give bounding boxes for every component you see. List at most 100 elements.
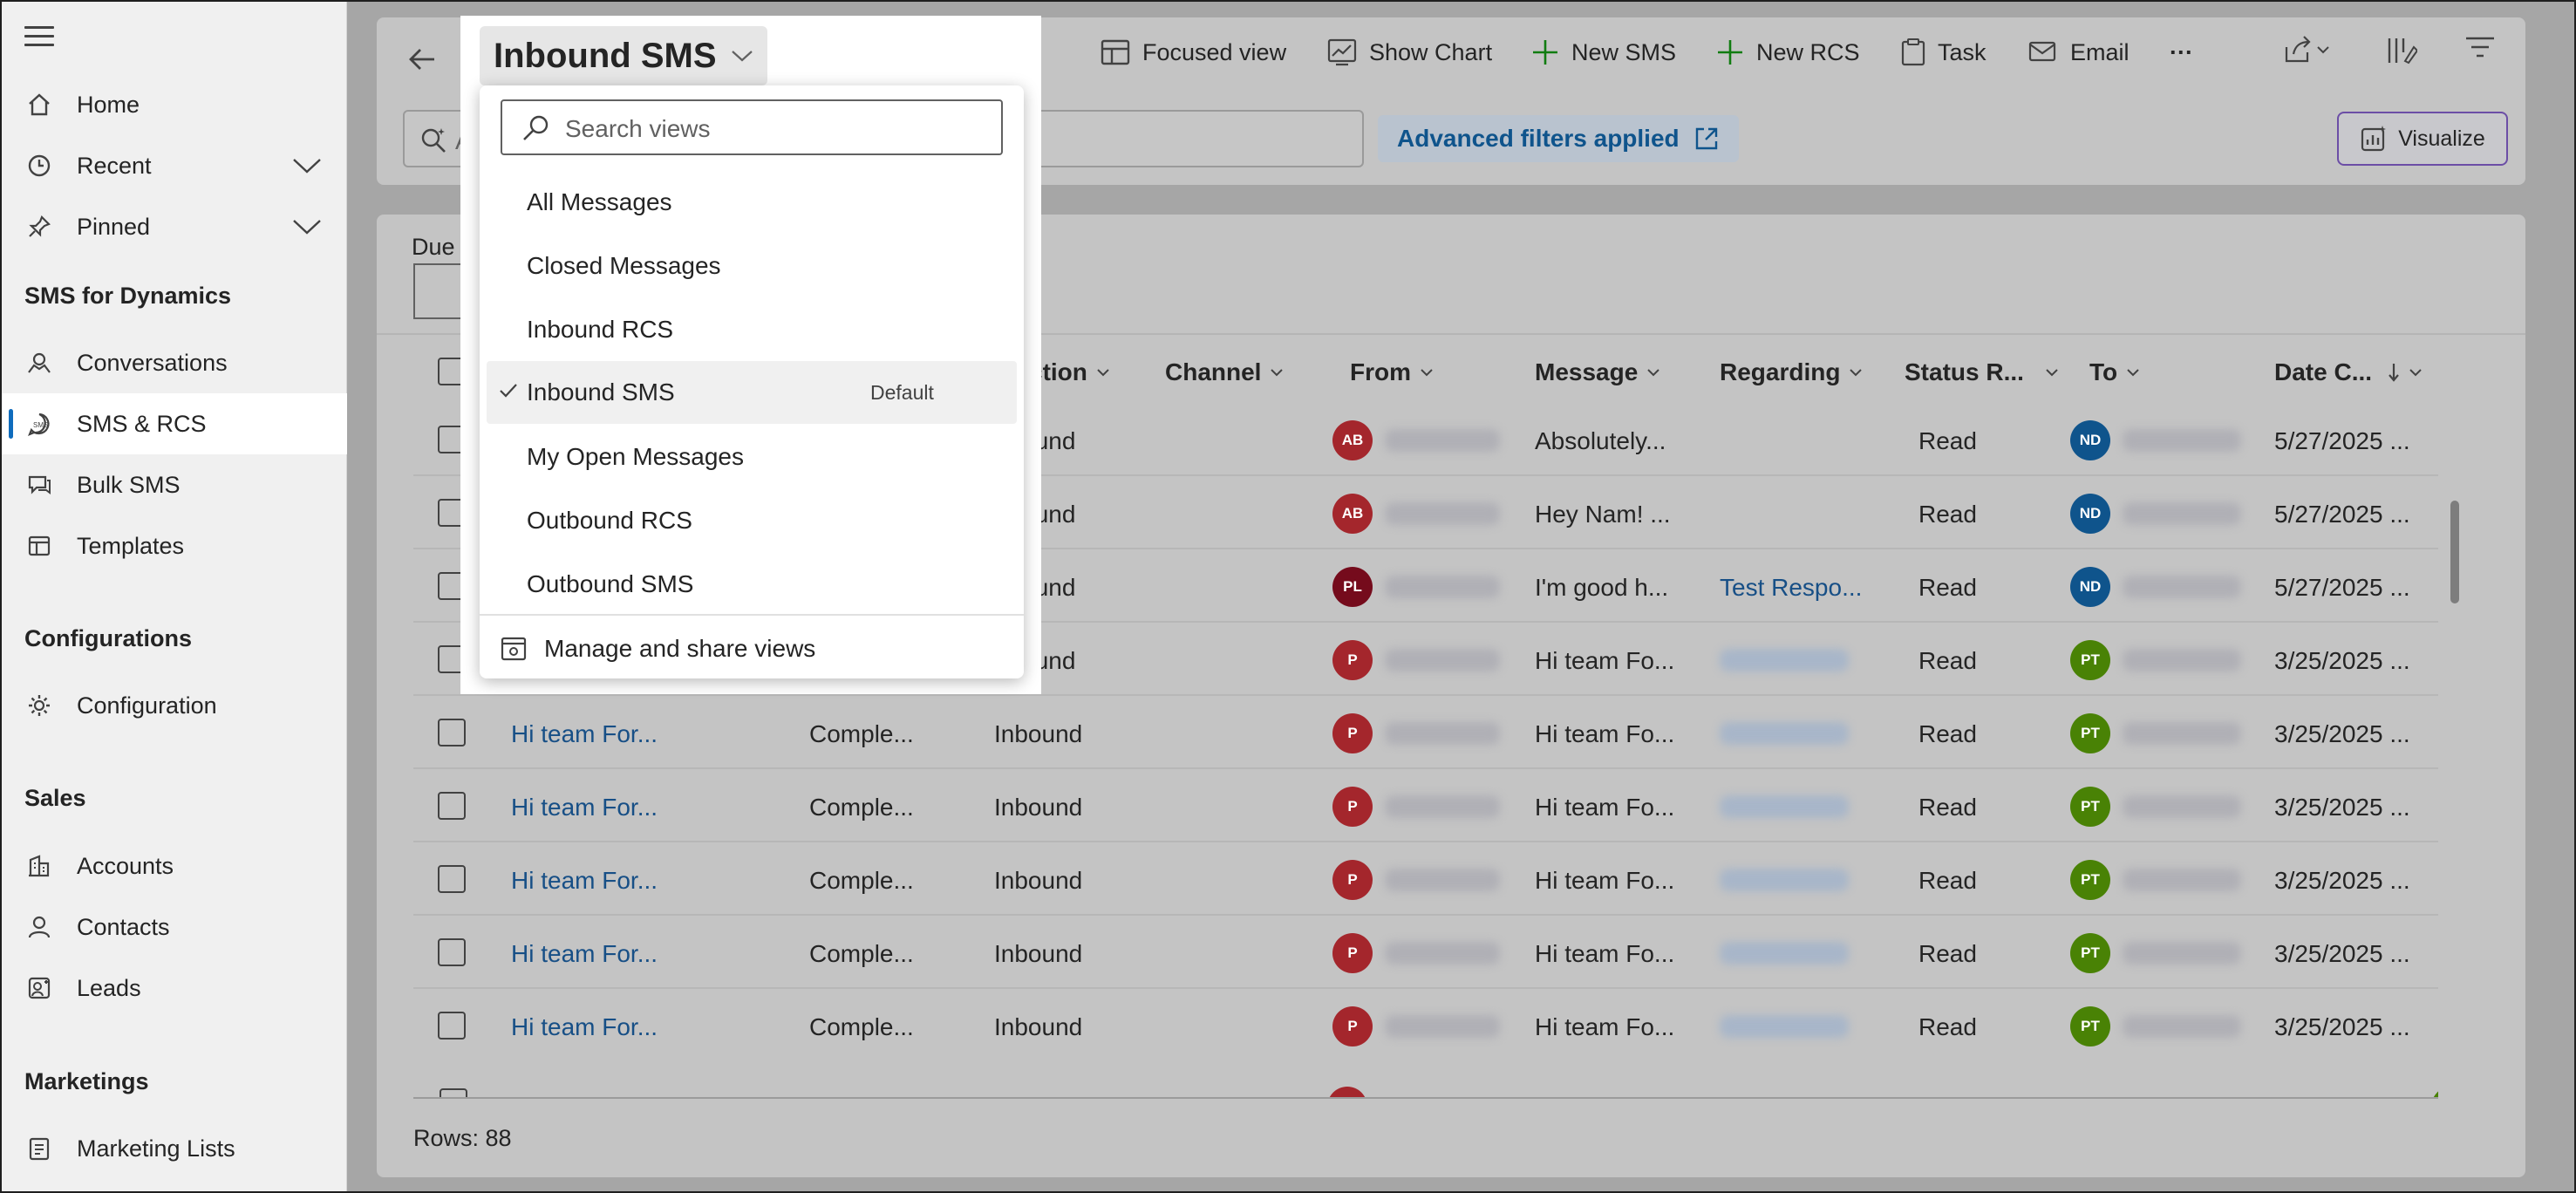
show-chart-button[interactable]: Show Chart [1327, 33, 1492, 72]
row-checkbox[interactable] [438, 719, 466, 746]
from-avatar[interactable]: P [1332, 787, 1373, 827]
from-avatar[interactable]: P [1332, 860, 1373, 900]
manage-share-views-button[interactable]: Manage and share views [501, 630, 815, 668]
sidebar-item-conversations[interactable]: Conversations [0, 332, 347, 393]
view-option-all-messages[interactable]: All Messages [487, 171, 1017, 234]
divider [413, 1097, 2438, 1099]
sidebar-item-contacts[interactable]: Contacts [0, 896, 347, 958]
to-avatar[interactable]: ND [2070, 494, 2110, 534]
regarding-link[interactable]: Test Respo... [1720, 574, 1862, 602]
sidebar-item-bulk-sms[interactable]: Bulk SMS [0, 454, 347, 515]
date-cell: 5/27/2025 ... [2274, 574, 2410, 601]
sidebar-item-leads[interactable]: Leads [0, 958, 347, 1019]
from-name-redacted [1385, 942, 1500, 965]
row-checkbox[interactable] [438, 792, 466, 820]
subject-link[interactable]: Hi team For... [511, 940, 658, 968]
sidebar-item-label: Recent [77, 152, 152, 179]
to-avatar[interactable]: PT [2070, 713, 2110, 753]
new-sms-button[interactable]: New SMS [1531, 33, 1676, 72]
focused-view-button[interactable]: Focused view [1101, 33, 1286, 72]
sidebar-item-accounts[interactable]: Accounts [0, 835, 347, 896]
view-option-inbound-rcs[interactable]: Inbound RCS [487, 298, 1017, 361]
filter-icon[interactable] [2464, 35, 2496, 61]
date-cell: 5/27/2025 ... [2274, 427, 2410, 454]
column-header-status-reason[interactable]: Status R... [1905, 352, 2059, 392]
section-title: Marketings [24, 1068, 149, 1094]
to-avatar[interactable]: PT [2070, 787, 2110, 827]
from-avatar[interactable]: PL [1332, 567, 1373, 607]
chevron-down-icon[interactable] [291, 217, 323, 236]
email-button[interactable]: Email [2028, 33, 2130, 72]
sidebar-item-templates[interactable]: Templates [0, 515, 347, 576]
chevron-down-icon [2127, 369, 2139, 377]
column-header-channel[interactable]: Channel [1165, 352, 1284, 392]
subject-link[interactable]: Hi team For... [511, 720, 658, 748]
to-name-redacted [2123, 722, 2241, 745]
column-header-date-created[interactable]: Date C... [2274, 352, 2423, 392]
to-avatar[interactable]: ND [2070, 567, 2110, 607]
row-checkbox[interactable] [438, 938, 466, 966]
from-name-redacted [1385, 576, 1500, 598]
back-arrow-icon[interactable] [405, 42, 440, 77]
from-avatar[interactable]: AB [1332, 420, 1373, 460]
view-option-inbound-sms[interactable]: Inbound SMS Default [487, 361, 1017, 424]
to-avatar[interactable]: PT [2070, 933, 2110, 973]
svg-text:SMS: SMS [33, 421, 48, 429]
view-option-my-open-messages[interactable]: My Open Messages [487, 426, 1017, 488]
to-name-redacted [2123, 649, 2241, 671]
new-rcs-button[interactable]: New RCS [1716, 33, 1860, 72]
subject-link[interactable]: Hi team For... [511, 1013, 658, 1041]
to-name-redacted [2123, 576, 2241, 598]
chart-icon [1327, 38, 1357, 66]
to-avatar[interactable]: PT [2070, 640, 2110, 680]
to-name-redacted [2123, 1015, 2241, 1038]
sidebar-item-recent[interactable]: Recent [0, 135, 347, 196]
view-option-closed-messages[interactable]: Closed Messages [487, 235, 1017, 297]
sidebar-item-marketing-lists[interactable]: Marketing Lists [0, 1118, 347, 1179]
column-header-regarding[interactable]: Regarding [1720, 352, 1863, 392]
more-commands-button[interactable]: ··· [2170, 33, 2193, 72]
regarding-redacted [1720, 1015, 1849, 1038]
search-views-input[interactable]: Search views [501, 99, 1003, 155]
open-external-icon [1695, 127, 1717, 150]
from-avatar[interactable]: AB [1332, 494, 1373, 534]
subject-link[interactable]: Hi team For... [511, 794, 658, 821]
from-avatar[interactable]: P [1332, 713, 1373, 753]
regarding-redacted [1720, 795, 1849, 818]
sidebar-item-configuration[interactable]: Configuration [0, 675, 347, 736]
sidebar-item-pinned[interactable]: Pinned [0, 196, 347, 257]
sidebar-item-home[interactable]: Home [0, 74, 347, 135]
edit-columns-icon[interactable] [2386, 35, 2417, 66]
view-option-outbound-rcs[interactable]: Outbound RCS [487, 489, 1017, 552]
vertical-scrollbar[interactable] [2450, 501, 2459, 603]
from-name-redacted [1385, 795, 1500, 818]
row-checkbox[interactable] [438, 1012, 466, 1040]
row-checkbox[interactable] [438, 865, 466, 893]
sidebar-item-sms-rcs[interactable]: SMS SMS & RCS [0, 393, 347, 454]
sidebar: Home Recent Pinned SMS for Dynamics Conv… [0, 0, 347, 1193]
date-cell: 3/25/2025 ... [2274, 794, 2410, 821]
share-icon[interactable] [2283, 35, 2335, 66]
chevron-down-icon[interactable] [291, 156, 323, 175]
to-avatar[interactable]: PT [2070, 860, 2110, 900]
column-header-message[interactable]: Message [1535, 352, 1660, 392]
to-avatar[interactable]: PT [2070, 1006, 2110, 1046]
hamburger-menu-icon[interactable] [24, 26, 54, 47]
from-avatar[interactable]: P [1332, 933, 1373, 973]
date-cell: 3/25/2025 ... [2274, 940, 2410, 967]
to-avatar[interactable]: ND [2070, 420, 2110, 460]
view-selector-button[interactable]: Inbound SMS [480, 26, 767, 85]
task-button[interactable]: Task [1901, 33, 1987, 72]
view-option-outbound-sms[interactable]: Outbound SMS [487, 553, 1017, 616]
column-header-from[interactable]: From [1350, 352, 1434, 392]
from-avatar[interactable]: P [1332, 1006, 1373, 1046]
from-name-redacted [1385, 1015, 1500, 1038]
visualize-button[interactable]: Visualize [2337, 112, 2508, 166]
home-icon [24, 90, 54, 119]
from-avatar[interactable]: P [1332, 640, 1373, 680]
advanced-filters-link[interactable]: Advanced filters applied [1378, 115, 1739, 162]
subject-link[interactable]: Hi team For... [511, 867, 658, 895]
column-header-to[interactable]: To [2089, 352, 2140, 392]
task-icon [1901, 38, 1925, 66]
section-title: Configurations [24, 625, 192, 651]
